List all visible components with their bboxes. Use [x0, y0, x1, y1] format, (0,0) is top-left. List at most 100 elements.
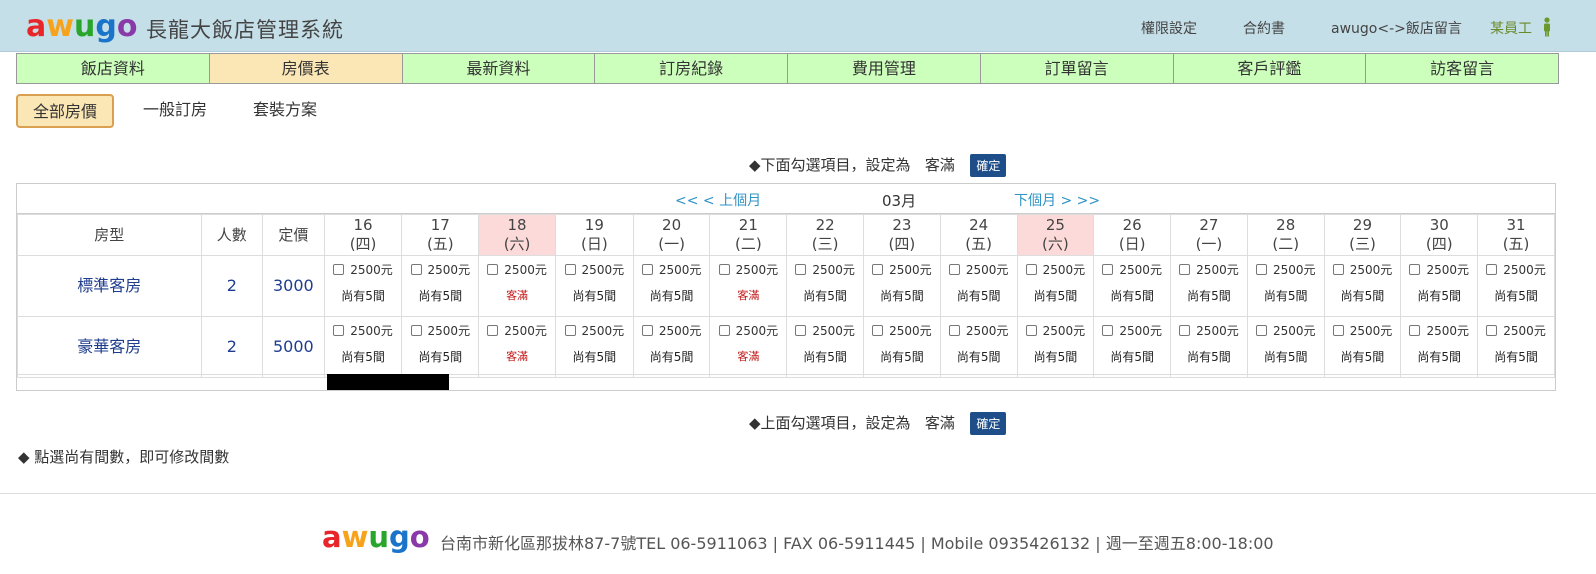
availability-link[interactable]: 尚有5間: [787, 287, 863, 304]
nav-tab[interactable]: 訪客留言: [1366, 53, 1559, 84]
select-checkbox[interactable]: [1102, 264, 1114, 275]
prev-month-link[interactable]: << < 上個月: [675, 190, 761, 210]
select-checkbox[interactable]: [795, 264, 807, 275]
availability-link[interactable]: 尚有5間: [1018, 287, 1094, 304]
availability-link[interactable]: 尚有5間: [1094, 287, 1170, 304]
availability-link[interactable]: 尚有5間: [1401, 287, 1477, 304]
weekday-label: (四): [349, 235, 377, 253]
select-checkbox[interactable]: [1025, 264, 1037, 275]
select-checkbox[interactable]: [410, 325, 422, 336]
availability-link[interactable]: 尚有5間: [1325, 287, 1401, 304]
room-type-name[interactable]: 豪華客房: [18, 317, 201, 377]
day-price: 2500元: [1094, 322, 1170, 339]
availability-link[interactable]: 尚有5間: [634, 287, 710, 304]
select-checkbox[interactable]: [1179, 264, 1191, 275]
select-checkbox[interactable]: [872, 325, 884, 336]
availability-link[interactable]: 尚有5間: [941, 287, 1017, 304]
permission-settings-link[interactable]: 權限設定: [1141, 18, 1197, 38]
availability-link[interactable]: 尚有5間: [1171, 348, 1247, 365]
contract-link[interactable]: 合約書: [1243, 18, 1285, 38]
select-checkbox[interactable]: [1332, 325, 1344, 336]
awugo-logo[interactable]: awugo: [26, 10, 137, 44]
availability-link[interactable]: 尚有5間: [864, 287, 940, 304]
confirm-button[interactable]: 確定: [970, 412, 1007, 435]
availability-link[interactable]: 尚有5間: [1248, 287, 1324, 304]
room-type-name[interactable]: 標準客房: [18, 256, 201, 316]
select-checkbox[interactable]: [872, 264, 884, 275]
hotel-message-link[interactable]: awugo<->飯店留言: [1331, 18, 1462, 38]
nav-tab[interactable]: 最新資料: [402, 53, 596, 84]
select-checkbox[interactable]: [564, 264, 576, 275]
availability-link[interactable]: 尚有5間: [1478, 287, 1554, 304]
date-number: 31: [1506, 216, 1526, 234]
select-checkbox[interactable]: [718, 264, 730, 275]
availability-link[interactable]: 尚有5間: [325, 287, 402, 304]
availability-link[interactable]: 尚有5間: [1478, 348, 1554, 365]
select-checkbox[interactable]: [1255, 264, 1267, 275]
day-cell: 2500元 尚有5間: [939, 316, 1018, 378]
day-cell: 2500元尚有5間: [863, 316, 941, 378]
select-checkbox[interactable]: [718, 325, 730, 336]
availability-link[interactable]: 尚有5間: [1248, 348, 1324, 365]
nav-tab[interactable]: 費用管理: [788, 53, 981, 84]
availability-link[interactable]: 尚有5間: [864, 348, 940, 365]
price-value: 2500元: [1042, 324, 1086, 338]
select-checkbox[interactable]: [487, 325, 499, 336]
availability-link[interactable]: 尚有5間: [1401, 348, 1477, 365]
select-checkbox[interactable]: [1255, 325, 1267, 336]
day-cell: 2500元尚有5間: [632, 316, 711, 378]
subtab-all-rates[interactable]: 全部房價: [16, 94, 115, 128]
select-checkbox[interactable]: [564, 325, 576, 336]
select-checkbox[interactable]: [333, 264, 345, 275]
select-checkbox[interactable]: [1486, 325, 1498, 336]
subtab-general-booking[interactable]: 一般訂房: [143, 94, 207, 128]
availability-link[interactable]: 尚有5間: [1325, 348, 1401, 365]
day-price: 2500元: [325, 322, 402, 339]
weekday-label: (二): [1272, 235, 1300, 253]
select-checkbox[interactable]: [1332, 264, 1344, 275]
select-checkbox[interactable]: [948, 325, 960, 336]
next-month-link[interactable]: 下個月 > >>: [1014, 190, 1100, 210]
staff-name[interactable]: 某員工: [1490, 18, 1532, 38]
availability-link[interactable]: 尚有5間: [941, 348, 1017, 365]
price-value: 2500元: [889, 324, 932, 338]
nav-tab[interactable]: 訂房紀錄: [595, 53, 788, 84]
availability-link[interactable]: 尚有5間: [1094, 348, 1170, 365]
confirm-button[interactable]: 確定: [970, 154, 1007, 177]
select-checkbox[interactable]: [333, 325, 345, 336]
nav-tab[interactable]: 客戶評鑑: [1173, 53, 1367, 84]
list-price-cell: 5000: [261, 316, 325, 378]
select-checkbox[interactable]: [1409, 325, 1421, 336]
select-checkbox[interactable]: [1025, 325, 1037, 336]
availability-link[interactable]: 尚有5間: [556, 348, 633, 365]
select-checkbox[interactable]: [1409, 264, 1421, 275]
select-checkbox[interactable]: [641, 325, 653, 336]
availability-link[interactable]: 尚有5間: [634, 348, 710, 365]
select-checkbox[interactable]: [1486, 264, 1498, 275]
day-price: 2500元: [402, 322, 478, 339]
day-price: 2500元: [1401, 322, 1477, 339]
select-checkbox[interactable]: [795, 325, 807, 336]
nav-tab[interactable]: 訂單留言: [980, 53, 1174, 84]
availability-link[interactable]: 尚有5間: [556, 287, 633, 304]
availability-link[interactable]: 尚有5間: [1171, 287, 1247, 304]
select-checkbox[interactable]: [641, 264, 653, 275]
scrollbar-thumb[interactable]: [327, 374, 449, 390]
select-checkbox[interactable]: [1102, 325, 1114, 336]
select-checkbox[interactable]: [487, 264, 499, 275]
availability-link[interactable]: 尚有5間: [1018, 348, 1094, 365]
select-checkbox[interactable]: [1179, 325, 1191, 336]
availability-link[interactable]: 尚有5間: [402, 348, 478, 365]
nav-tab[interactable]: 房價表: [209, 53, 403, 84]
select-checkbox[interactable]: [410, 264, 422, 275]
column-header-date: 20 (一): [632, 214, 711, 256]
subtab-package-plans[interactable]: 套裝方案: [253, 94, 317, 128]
availability-link[interactable]: 尚有5間: [402, 287, 478, 304]
nav-tab[interactable]: 飯店資料: [16, 53, 210, 84]
select-checkbox[interactable]: [948, 264, 960, 275]
availability-link[interactable]: 尚有5間: [325, 348, 402, 365]
day-price: 2500元: [634, 322, 710, 339]
price-value: 2500元: [1042, 263, 1086, 277]
availability-link[interactable]: 尚有5間: [787, 348, 863, 365]
day-price: 2500元: [864, 322, 940, 339]
